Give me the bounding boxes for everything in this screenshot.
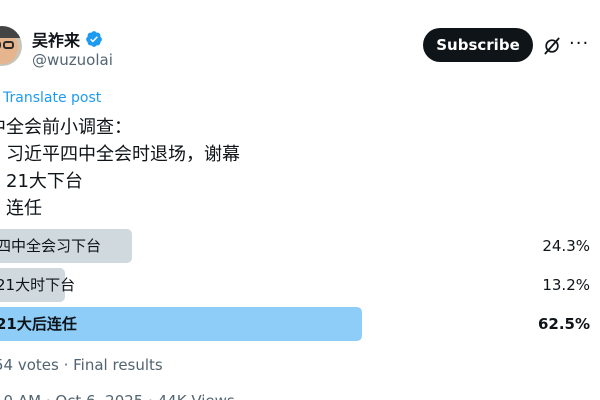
poll-option-percent: 62.5%	[537, 315, 590, 333]
author-handle[interactable]: @wuzuolai	[32, 51, 113, 69]
post-timestamp[interactable]: 10 AM · Oct 6, 2025 · 44K Views	[0, 392, 235, 400]
poll-option-winner[interactable]: 21大后连任 62.5%	[0, 307, 590, 341]
poll-option-percent: 24.3%	[542, 237, 590, 255]
poll-option-label: 21大后连任	[0, 315, 77, 333]
translate-post-link[interactable]: Translate post	[3, 90, 101, 106]
post-text: 中全会前小调查： 、习近平四中全会时退场，谢幕 ，21大下台 、连任	[0, 117, 240, 219]
avatar-hair	[0, 26, 20, 38]
subscribe-button[interactable]: Subscribe	[423, 28, 533, 62]
avatar[interactable]	[0, 26, 22, 66]
avatar-glasses-right	[3, 41, 14, 49]
grok-icon[interactable]	[542, 36, 562, 56]
poll-meta: 54 votes · Final results	[0, 356, 163, 374]
author-name-row[interactable]: 吴祚来	[32, 28, 103, 50]
poll-option[interactable]: 四中全会习下台 24.3%	[0, 229, 590, 263]
author-display-name[interactable]: 吴祚来	[32, 27, 80, 51]
poll-option-label: 四中全会习下台	[0, 237, 102, 255]
more-icon[interactable]: ···	[569, 34, 589, 54]
poll-option-percent: 13.2%	[542, 276, 590, 294]
poll-option-label: 21大时下台	[0, 276, 76, 294]
poll-option[interactable]: 21大时下台 13.2%	[0, 268, 590, 302]
verified-badge-icon	[86, 31, 102, 47]
